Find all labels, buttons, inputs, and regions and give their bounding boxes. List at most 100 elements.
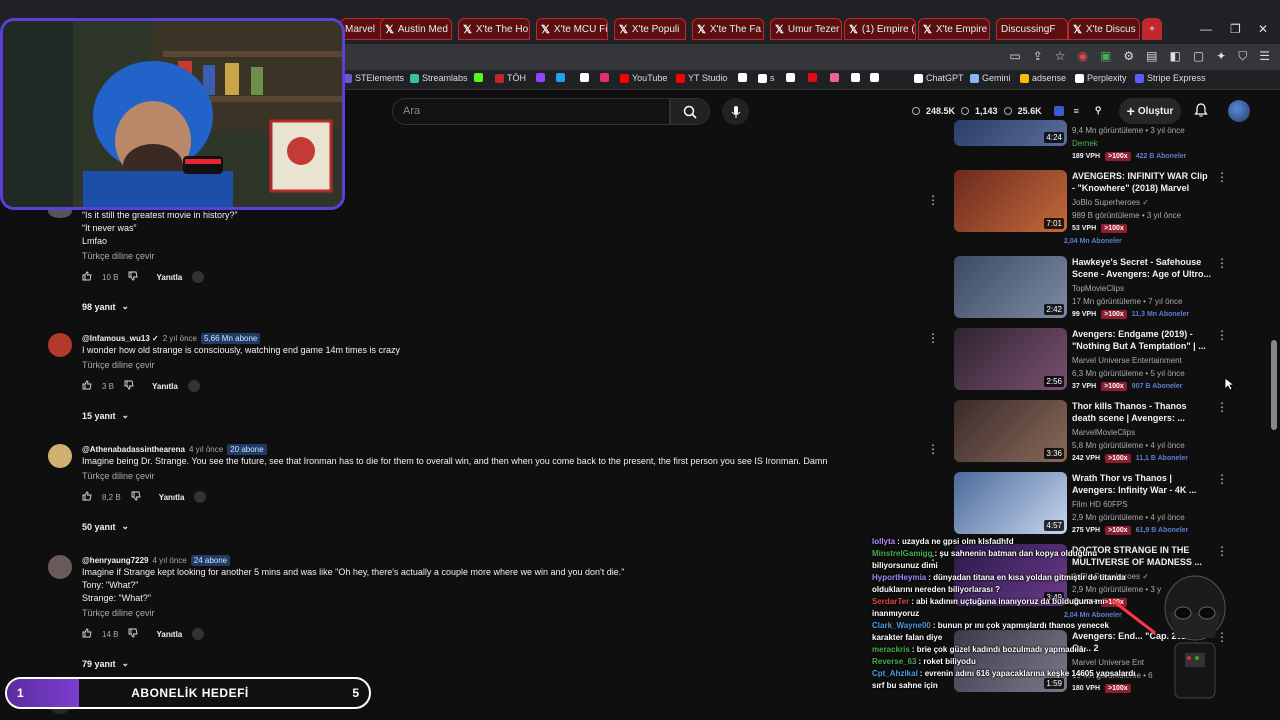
emoji-reaction-icon[interactable] bbox=[192, 628, 205, 640]
new-tab-button[interactable]: + bbox=[1142, 18, 1162, 40]
video-title[interactable]: Hawkeye's Secret - Safehouse Scene - Ave… bbox=[1072, 256, 1212, 280]
browser-tab[interactable]: 𝕏 X'te Discus bbox=[1068, 18, 1140, 40]
browser-tab[interactable]: 𝕏 X'te The Ho bbox=[458, 18, 530, 40]
minimize-icon[interactable]: — bbox=[1200, 22, 1212, 36]
channel-name[interactable]: Marvel Universe Entertainment bbox=[1072, 356, 1182, 365]
like-button[interactable] bbox=[82, 380, 92, 392]
chat-username[interactable]: SerdarTer bbox=[872, 597, 909, 606]
translate-link[interactable]: Türkçe diline çevir bbox=[82, 471, 155, 481]
bookmark-item[interactable] bbox=[851, 73, 863, 82]
bookmark-item[interactable] bbox=[580, 73, 592, 82]
video-title[interactable]: AVENGERS: INFINITY WAR Clip - "Knowhere"… bbox=[1072, 170, 1212, 194]
bookmark-item[interactable]: s bbox=[758, 73, 775, 83]
channel-name[interactable]: JoBlo Superheroes ✓ bbox=[1072, 198, 1149, 207]
comment-menu-icon[interactable]: ⋮ bbox=[927, 331, 939, 345]
reply-button[interactable]: Yanıtla bbox=[156, 273, 182, 282]
comment-menu-icon[interactable]: ⋮ bbox=[927, 193, 939, 207]
page-scrollbar[interactable] bbox=[1270, 95, 1278, 705]
like-button[interactable] bbox=[82, 628, 92, 640]
video-menu-icon[interactable]: ⋮ bbox=[1216, 472, 1228, 486]
emoji-reaction-icon[interactable] bbox=[194, 491, 207, 503]
reply-button[interactable]: Yanıtla bbox=[152, 382, 178, 391]
share-icon[interactable]: ⇪ bbox=[1033, 49, 1043, 64]
reply-button[interactable]: Yanıtla bbox=[159, 493, 185, 502]
comment-age[interactable]: 4 yıl önce bbox=[153, 556, 187, 565]
video-menu-icon[interactable]: ⋮ bbox=[1216, 170, 1228, 184]
browser-tab[interactable]: 𝕏 X'te Populi bbox=[614, 18, 686, 40]
bookmark-item[interactable] bbox=[556, 73, 568, 82]
video-thumbnail[interactable]: 4:57 bbox=[954, 472, 1067, 534]
channel-name[interactable]: Dernek bbox=[1072, 139, 1098, 148]
chat-username[interactable]: Cpt_Ahzikal bbox=[872, 669, 918, 678]
video-menu-icon[interactable]: ⋮ bbox=[1216, 544, 1228, 558]
browser-tab[interactable]: 𝕏 X'te Empire bbox=[918, 18, 990, 40]
related-video-card[interactable]: 7:01 AVENGERS: INFINITY WAR Clip - "Knowh… bbox=[954, 170, 1228, 245]
video-menu-icon[interactable]: ⋮ bbox=[1216, 256, 1228, 270]
browser-tab[interactable]: 𝕏 X'te The Fa bbox=[692, 18, 764, 40]
comment-author[interactable]: @henryaung7229 bbox=[82, 556, 149, 565]
chat-username[interactable]: Clark_Wayne00 bbox=[872, 621, 931, 630]
menu-icon[interactable]: ☰ bbox=[1259, 49, 1270, 64]
bookmark-item[interactable]: Stripe Express bbox=[1135, 73, 1206, 83]
translate-link[interactable]: Türkçe diline çevir bbox=[82, 251, 155, 261]
chat-username[interactable]: HyportHeymia bbox=[872, 573, 926, 582]
extension-icon[interactable]: ◉ bbox=[1078, 49, 1088, 64]
bookmark-item[interactable]: YouTube bbox=[620, 73, 667, 83]
list-icon[interactable]: ≡ bbox=[1074, 106, 1079, 116]
scrollbar-thumb[interactable] bbox=[1271, 340, 1277, 430]
replies-toggle[interactable]: 98 yanıt ⌄ bbox=[82, 301, 129, 312]
comment-menu-icon[interactable]: ⋮ bbox=[927, 442, 939, 456]
bookmark-item[interactable] bbox=[870, 73, 882, 82]
video-menu-icon[interactable]: ⋮ bbox=[1216, 400, 1228, 414]
bookmark-item[interactable]: adsense bbox=[1020, 73, 1066, 83]
cast-icon[interactable]: ▭ bbox=[1009, 49, 1020, 64]
commenter-avatar[interactable] bbox=[48, 555, 72, 579]
browser-tab[interactable]: 𝕏 (1) Empire ( bbox=[844, 18, 916, 40]
extension-icon[interactable]: ▣ bbox=[1100, 49, 1111, 64]
browser-tab[interactable]: DiscussingF bbox=[996, 18, 1068, 40]
video-thumbnail[interactable]: 2:56 bbox=[954, 328, 1067, 390]
video-thumbnail[interactable]: 4:24 bbox=[954, 120, 1067, 146]
browser-tab[interactable]: 𝕏 Umur Tezer bbox=[770, 18, 842, 40]
channel-name[interactable]: MarvelMovieClips bbox=[1072, 428, 1135, 437]
channel-name[interactable]: TopMovieClips bbox=[1072, 284, 1124, 293]
emoji-reaction-icon[interactable] bbox=[187, 380, 200, 392]
extension-icon[interactable]: ⚙ bbox=[1123, 49, 1134, 64]
browser-tab[interactable]: 𝕏 X'te MCU Fi bbox=[536, 18, 608, 40]
emoji-reaction-icon[interactable] bbox=[192, 271, 205, 283]
wallet-icon[interactable]: ▢ bbox=[1193, 49, 1204, 64]
bookmark-item[interactable] bbox=[786, 73, 798, 82]
like-button[interactable] bbox=[82, 491, 92, 503]
shield-icon[interactable]: ⛉ bbox=[1238, 49, 1247, 64]
extension-icon[interactable]: ▤ bbox=[1146, 49, 1157, 64]
bookmark-item[interactable] bbox=[600, 73, 612, 82]
ai-icon[interactable]: ✦ bbox=[1216, 49, 1226, 64]
reply-button[interactable]: Yanıtla bbox=[156, 630, 182, 639]
bookmark-item[interactable]: YT Studio bbox=[676, 73, 727, 83]
close-window-icon[interactable]: ✕ bbox=[1258, 22, 1268, 36]
translate-link[interactable]: Türkçe diline çevir bbox=[82, 360, 155, 370]
translate-link[interactable]: Türkçe diline çevir bbox=[82, 608, 155, 618]
bookmark-item[interactable]: Streamlabs bbox=[410, 73, 468, 83]
bookmark-item[interactable]: Gemini bbox=[970, 73, 1011, 83]
related-video-card[interactable]: 3:36 Thor kills Thanos - Thanos death sce… bbox=[954, 400, 1228, 468]
video-thumbnail[interactable]: 2:42 bbox=[954, 256, 1067, 318]
channel-name[interactable]: Film HD 60FPS bbox=[1072, 500, 1128, 509]
comment-author[interactable]: @Infamous_wu13 ✓ bbox=[82, 334, 159, 343]
sidebar-icon[interactable]: ◧ bbox=[1169, 49, 1180, 64]
search-button[interactable] bbox=[670, 98, 710, 125]
video-title[interactable]: Avengers: Endgame (2019) - "Nothing But … bbox=[1072, 328, 1212, 352]
maximize-icon[interactable]: ❐ bbox=[1230, 22, 1241, 36]
video-title[interactable]: Thor kills Thanos - Thanos death scene |… bbox=[1072, 400, 1212, 424]
related-video-card[interactable]: 4:57 Wrath Thor vs Thanos | Avengers: Inf… bbox=[954, 472, 1228, 540]
notifications-bell-icon[interactable] bbox=[1193, 102, 1209, 118]
video-thumbnail[interactable]: 7:01 bbox=[954, 170, 1067, 232]
dislike-button[interactable] bbox=[128, 628, 139, 640]
extension-badge-icon[interactable] bbox=[1053, 105, 1064, 116]
dislike-button[interactable] bbox=[128, 271, 139, 283]
related-video-card[interactable]: 2:56 Avengers: Endgame (2019) - "Nothing … bbox=[954, 328, 1228, 396]
comment-author[interactable]: @Athenabadassinthearena bbox=[82, 445, 185, 454]
video-title[interactable]: Wrath Thor vs Thanos | Avengers: Infinit… bbox=[1072, 472, 1212, 496]
replies-toggle[interactable]: 15 yanıt ⌄ bbox=[82, 410, 129, 421]
replies-toggle[interactable]: 79 yanıt ⌄ bbox=[82, 658, 129, 669]
